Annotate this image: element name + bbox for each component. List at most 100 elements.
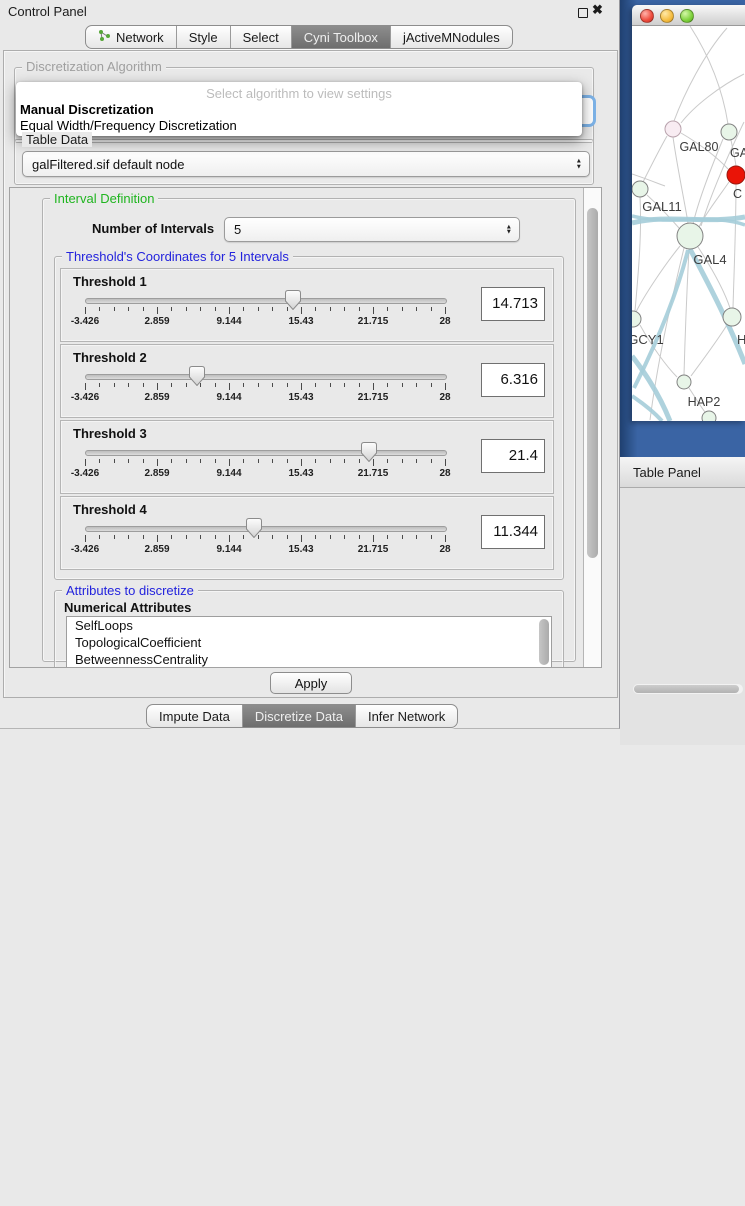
table-horizontal-scrollbar[interactable] [633,684,743,694]
network-node-green[interactable] [677,223,703,249]
algorithm-popup: Select algorithm to view settings Manual… [16,82,582,136]
slider-tick [258,459,259,463]
threshold-row: Threshold 4-3.4262.8599.14415.4321.71528… [60,496,554,570]
slider-tick [402,535,403,539]
network-window[interactable]: GAL80GACGAL11GAL4GCY1HHAP2 [632,5,745,421]
network-node-green[interactable] [723,308,741,326]
table-hscrollbar-thumb[interactable] [634,685,739,693]
slider-thumb[interactable] [361,442,377,462]
slider-tick [315,535,316,539]
tab-network[interactable]: Network [86,26,177,48]
table-panel: ⚙ ☑ ☑ shared...na YDL19...YDL1YDR27...YD… [620,488,745,745]
slider-tick [387,459,388,463]
tab-jactivemnodules[interactable]: jActiveMNodules [391,26,512,48]
network-node-label: GA [730,146,745,160]
algorithm-option[interactable]: Equal Width/Frequency Discretization [20,118,578,134]
slider-tick [171,383,172,387]
slider-tick [99,307,100,311]
tab-select[interactable]: Select [231,26,292,48]
table-panel-titlebar: Table Panel [620,457,745,488]
slider-tick [344,535,345,539]
network-node-red[interactable] [727,166,745,184]
slider-tick [128,307,129,311]
tab-infer-network[interactable]: Infer Network [356,705,457,727]
tab-cyni-toolbox[interactable]: Cyni Toolbox [292,26,391,48]
slider-tick [402,307,403,311]
close-icon[interactable]: ✖ [592,2,603,18]
threshold-value-field[interactable]: 6.316 [481,363,545,397]
slider-thumb[interactable] [246,518,262,538]
settings-scrollpane: Interval Definition Number of Intervals … [9,187,602,668]
minimize-traffic-icon[interactable] [660,9,674,23]
slider-tick [128,459,129,463]
network-edge [681,74,744,123]
network-canvas[interactable]: GAL80GACGAL11GAL4GCY1HHAP2 [632,26,745,421]
threshold-value-field[interactable]: 21.4 [481,439,545,473]
slider-tick [229,307,230,314]
tab-style[interactable]: Style [177,26,231,48]
float-icon[interactable] [578,8,588,18]
slider-tick [344,307,345,311]
number-of-intervals-combobox[interactable]: 5 ▲▼ [224,217,520,242]
network-node-green[interactable] [677,375,691,389]
slider-tick [330,535,331,539]
slider-tick [186,535,187,539]
panel-title: Control Panel [8,4,87,19]
threshold-title: Threshold 3 [73,426,147,441]
slider-tick [287,535,288,539]
threshold-title: Threshold 2 [73,350,147,365]
slider-tick [99,459,100,463]
slider-tick [258,307,259,311]
slider-thumb[interactable] [189,366,205,386]
network-node-green[interactable] [721,124,737,140]
slider-tick [330,307,331,311]
close-traffic-icon[interactable] [640,9,654,23]
attribute-item[interactable]: BetweennessCentrality [67,651,551,668]
slider-tick [85,307,86,314]
settings-vertical-scrollbar[interactable] [583,188,601,667]
attribute-items: SelfLoopsTopologicalCoefficientBetweenne… [67,617,551,668]
threshold-row: Threshold 2-3.4262.8599.14415.4321.71528… [60,344,554,418]
slider-track[interactable] [85,526,447,532]
tab-discretize-data[interactable]: Discretize Data [243,705,356,727]
interval-group-title: Interval Definition [50,191,158,206]
slider-track[interactable] [85,450,447,456]
table-data-group-title: Table Data [22,132,92,147]
threshold-row: Threshold 1-3.4262.8599.14415.4321.71528… [60,268,554,342]
tab-impute-data[interactable]: Impute Data [147,705,243,727]
tab-label: Infer Network [368,709,445,724]
slider-track[interactable] [85,298,447,304]
slider-tick [373,307,374,314]
threshold-value-field[interactable]: 14.713 [481,287,545,321]
slider-tick-label: -3.426 [71,544,99,555]
algorithm-option[interactable]: Manual Discretization [20,102,578,118]
slider-tick-label: 2.859 [144,392,169,403]
slider-tick [330,383,331,387]
network-node-green[interactable] [702,411,716,421]
slider-tick [402,383,403,387]
attributes-list-scrollbar[interactable] [539,619,549,665]
slider-tick-label: 21.715 [358,544,389,555]
apply-button[interactable]: Apply [270,672,352,694]
network-node-green[interactable] [632,181,648,197]
network-node-pink[interactable] [665,121,681,137]
slider-thumb[interactable] [285,290,301,310]
slider-tick-label: -3.426 [71,316,99,327]
network-window-titlebar[interactable] [632,5,745,26]
zoom-traffic-icon[interactable] [680,9,694,23]
table-data-combobox[interactable]: galFiltered.sif default node ▲▼ [22,151,590,177]
attribute-item[interactable]: SelfLoops [67,617,551,634]
slider-tick [200,307,201,311]
slider-tick [243,535,244,539]
settings-scrollbar-thumb[interactable] [587,208,598,558]
slider-tick [359,383,360,387]
numerical-attributes-list[interactable]: SelfLoopsTopologicalCoefficientBetweenne… [66,616,552,668]
slider-tick [387,383,388,387]
slider-tick-label: 9.144 [216,392,241,403]
slider-track[interactable] [85,374,447,380]
slider-tick [272,535,273,539]
threshold-value-field[interactable]: 11.344 [481,515,545,549]
network-node-green[interactable] [632,311,641,327]
slider-tick-label: -3.426 [71,468,99,479]
attribute-item[interactable]: TopologicalCoefficient [67,634,551,651]
